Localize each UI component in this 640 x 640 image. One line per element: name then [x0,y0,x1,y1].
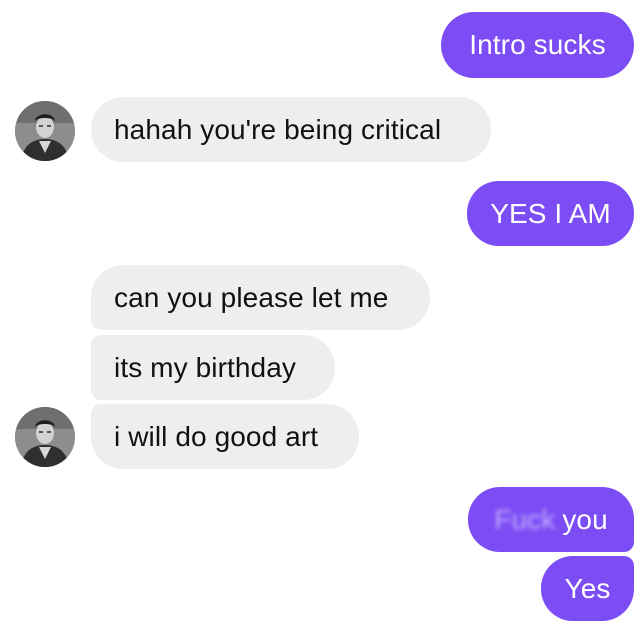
incoming-message-bubble[interactable]: i will do good art [91,404,359,469]
message-text: i will do good art [114,420,319,452]
outgoing-message-bubble[interactable]: Fuck you [468,487,634,552]
contact-avatar[interactable] [15,407,75,467]
incoming-message-bubble[interactable]: can you please let me [91,265,430,330]
incoming-message-bubble[interactable]: its my birthday [91,335,335,400]
censored-word: Fuck [494,503,556,535]
message-text: can you please let me [114,281,389,313]
outgoing-message-bubble[interactable]: Intro sucks [441,12,634,78]
message-text: hahah you're being critical [114,113,442,145]
message-text: you [562,503,608,535]
chat-thread: Intro sucks hahah you're being critical … [0,0,640,640]
outgoing-message-bubble[interactable]: Yes [541,556,634,621]
message-text: its my birthday [114,351,296,383]
message-text: Intro sucks [469,29,606,60]
message-text: YES I AM [490,197,611,229]
avatar-photo-icon [15,101,75,161]
contact-avatar[interactable] [15,101,75,161]
incoming-message-bubble[interactable]: hahah you're being critical [91,97,491,162]
avatar-photo-icon [15,407,75,467]
message-text: Yes [564,572,611,604]
outgoing-message-bubble[interactable]: YES I AM [467,181,634,246]
